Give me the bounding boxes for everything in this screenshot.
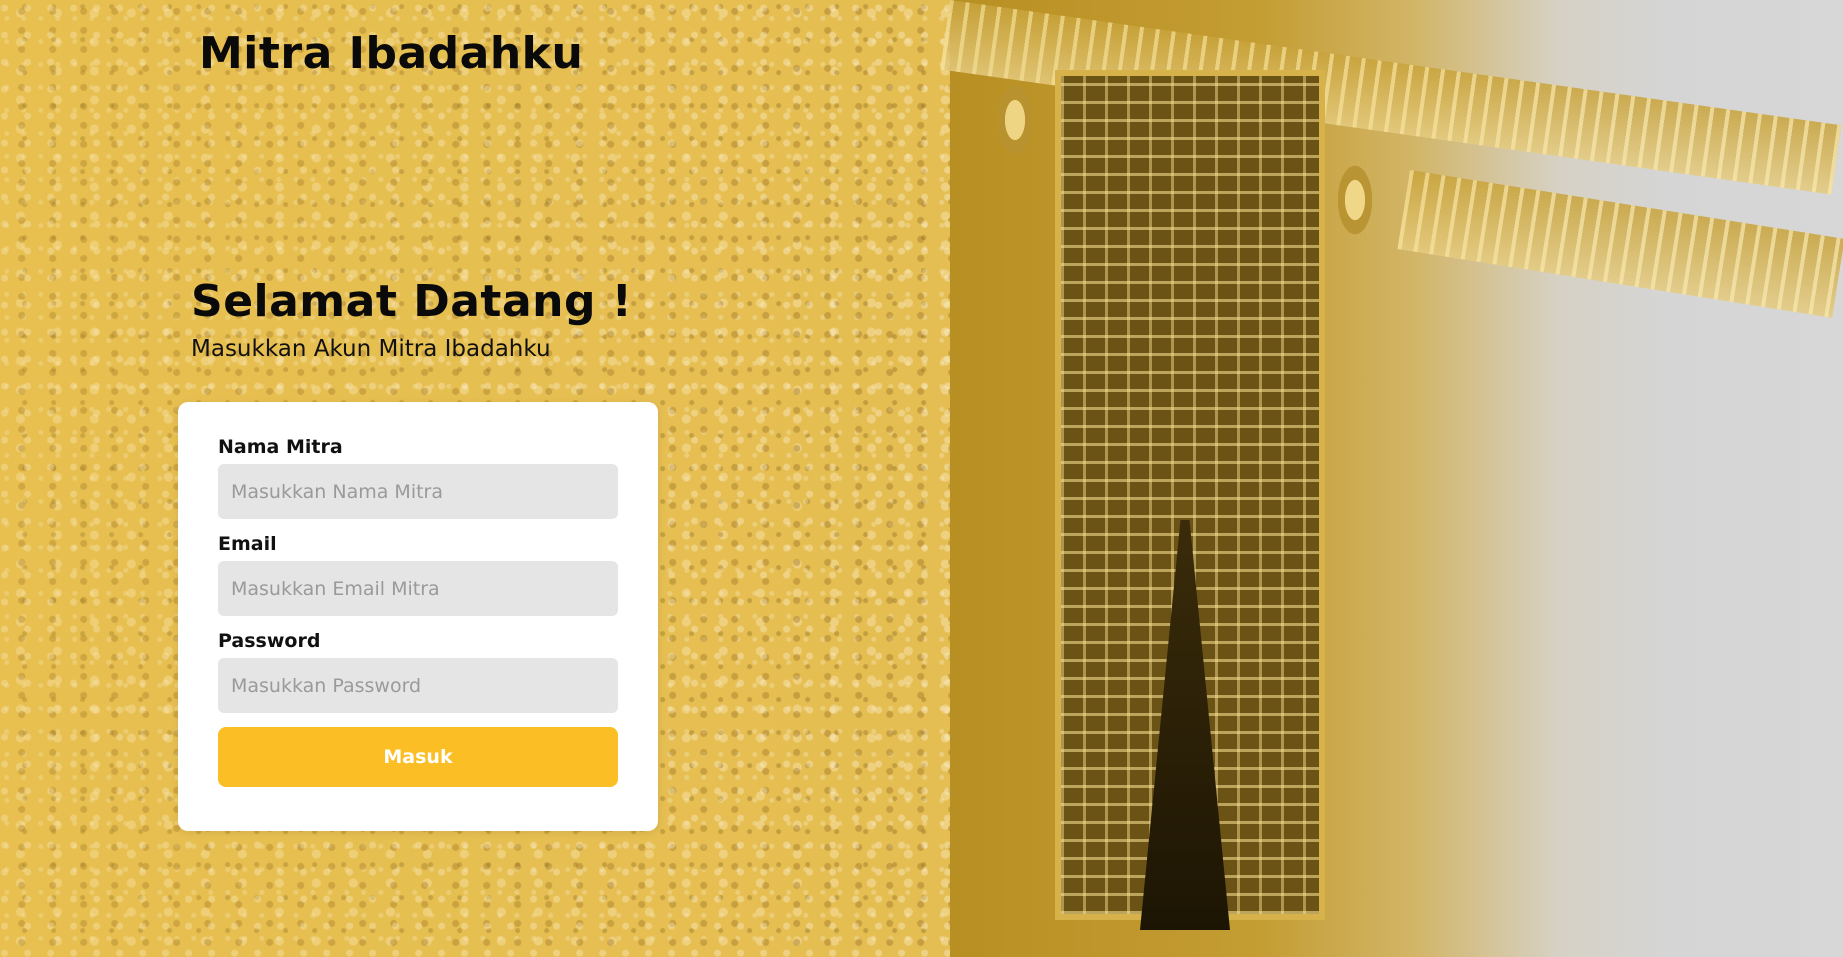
- welcome-subtitle: Masukkan Akun Mitra Ibadahku: [191, 336, 551, 362]
- email-label: Email: [218, 533, 277, 555]
- email-input[interactable]: [218, 561, 618, 616]
- login-card: Nama Mitra Email Password Masuk: [178, 402, 658, 831]
- partner-name-label: Nama Mitra: [218, 436, 343, 458]
- login-button[interactable]: Masuk: [218, 727, 618, 787]
- welcome-title: Selamat Datang !: [191, 276, 633, 327]
- ornament-medallion: [995, 80, 1035, 160]
- brand-logo-text: Mitra Ibadahku: [199, 28, 584, 79]
- password-label: Password: [218, 630, 321, 652]
- password-input[interactable]: [218, 658, 618, 713]
- ornament-medallion: [1335, 160, 1375, 240]
- partner-name-input[interactable]: [218, 464, 618, 519]
